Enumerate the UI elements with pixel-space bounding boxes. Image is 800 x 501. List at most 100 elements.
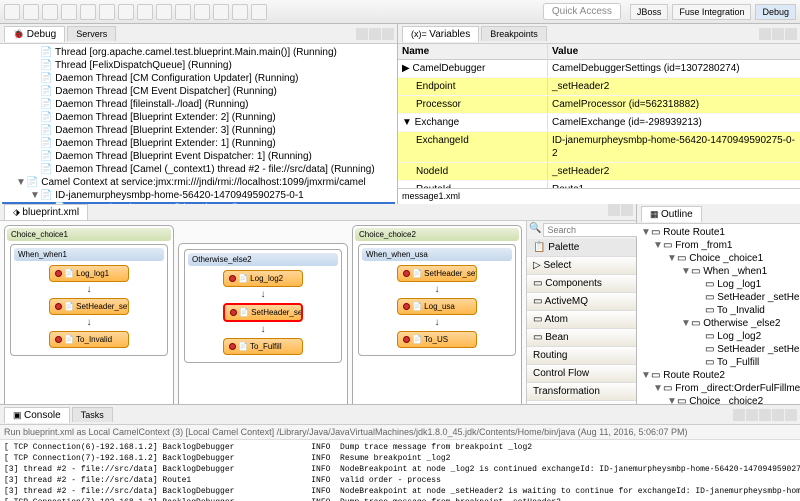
- outline-item[interactable]: ▭ SetHeader _setHeader1: [639, 291, 800, 304]
- variable-row[interactable]: ▼ ExchangeCamelExchange (id=-298939213): [398, 114, 800, 132]
- quick-access-input[interactable]: Quick Access: [543, 3, 621, 20]
- palette-group[interactable]: Routing: [527, 347, 636, 365]
- toolbar-icon[interactable]: [23, 4, 39, 20]
- debug-tree-item[interactable]: 📄 Daemon Thread [Blueprint Extender: 2] …: [2, 111, 395, 124]
- tab-debug[interactable]: 🐞 Debug: [4, 26, 65, 42]
- toolbar-icon[interactable]: [232, 4, 248, 20]
- debug-tree-item[interactable]: 📄 Daemon Thread [fileinstall-./load] (Ru…: [2, 98, 395, 111]
- debug-tree-item[interactable]: ▼📄 Camel Context at service:jmx:rmi:///j…: [2, 176, 395, 189]
- toolbar-icon[interactable]: [251, 4, 267, 20]
- outline-item[interactable]: ▭ To _Fulfill: [639, 356, 800, 369]
- outline-item[interactable]: ▼▭ From _from1: [639, 239, 800, 252]
- outline-item[interactable]: ▭ Log _log2: [639, 330, 800, 343]
- when-node[interactable]: When_when_usa: [362, 248, 512, 261]
- toolbar-icon[interactable]: [194, 4, 210, 20]
- palette-group[interactable]: ▭ Bean: [527, 329, 636, 347]
- variable-row[interactable]: ▶ CamelDebuggerCamelDebuggerSettings (id…: [398, 60, 800, 78]
- diagram-node[interactable]: 📄 To_Invalid: [49, 331, 129, 348]
- perspective-fuse[interactable]: Fuse Integration: [672, 4, 751, 20]
- tab-tasks[interactable]: Tasks: [72, 407, 113, 422]
- minimize-icon[interactable]: [608, 204, 620, 216]
- outline-item[interactable]: ▼▭ When _when1: [639, 265, 800, 278]
- diagram-node[interactable]: 📄 SetHeader_setHead_usa: [397, 265, 477, 282]
- debug-tree-item[interactable]: ▼📄 ID-janemurpheysmbp-home-56420-1470949…: [2, 189, 395, 202]
- maximize-icon[interactable]: [621, 204, 633, 216]
- toolbar-icon[interactable]: [80, 4, 96, 20]
- col-name[interactable]: Name: [398, 44, 548, 59]
- variable-row[interactable]: RouteIdRoute1: [398, 181, 800, 188]
- debug-tree-item[interactable]: 📄 Daemon Thread [Blueprint Event Dispatc…: [2, 150, 395, 163]
- console-icon[interactable]: [746, 409, 758, 421]
- diagram-node[interactable]: 📄 To_Fulfill: [223, 338, 303, 355]
- diagram-node[interactable]: 📄 SetHeader_setHeader1: [49, 298, 129, 315]
- editor-tab[interactable]: ⬗ blueprint.xml: [4, 204, 88, 220]
- console-output[interactable]: [ TCP Connection(6)-192.168.1.2] Backlog…: [0, 440, 800, 501]
- minimize-icon[interactable]: [369, 28, 381, 40]
- toolbar-icon[interactable]: [175, 4, 191, 20]
- outline-item[interactable]: ▼▭ Choice _choice2: [639, 395, 800, 404]
- toolbar-icon[interactable]: [99, 4, 115, 20]
- tab-console[interactable]: ▣ Console: [4, 407, 70, 423]
- diagram-node[interactable]: 📄 Log_log2: [223, 270, 303, 287]
- design-canvas[interactable]: Choice_choice1 When_when1📄 Log_log1↓📄 Se…: [0, 221, 526, 419]
- tab-servers[interactable]: Servers: [67, 26, 116, 41]
- console-icon[interactable]: [733, 409, 745, 421]
- toolbar-icon[interactable]: [213, 4, 229, 20]
- debug-tree-item[interactable]: 📄 Daemon Thread [CM Event Dispatcher] (R…: [2, 85, 395, 98]
- maximize-icon[interactable]: [785, 409, 797, 421]
- tab-outline[interactable]: ▦ Outline: [641, 206, 702, 222]
- col-value[interactable]: Value: [548, 44, 800, 59]
- editor-area: ⬗ blueprint.xml Choice_choice1 When_when…: [0, 204, 637, 404]
- diagram-node[interactable]: 📄 To_US: [397, 331, 477, 348]
- outline-item[interactable]: ▼▭ Otherwise _else2: [639, 317, 800, 330]
- variable-row[interactable]: ProcessorCamelProcessor (id=562318882): [398, 96, 800, 114]
- tab-breakpoints[interactable]: Breakpoints: [481, 26, 547, 41]
- choice-node[interactable]: Choice_choice1: [7, 228, 171, 241]
- maximize-icon[interactable]: [785, 28, 797, 40]
- perspective-debug[interactable]: Debug: [755, 4, 796, 20]
- toolbar-icon[interactable]: [118, 4, 134, 20]
- toolbar-icon[interactable]: [137, 4, 153, 20]
- tab-variables[interactable]: (x)= Variables: [402, 26, 479, 42]
- debug-tree-item[interactable]: 📄 Thread [FelixDispatchQueue] (Running): [2, 59, 395, 72]
- outline-item[interactable]: ▭ To _Invalid: [639, 304, 800, 317]
- toolbar-icon[interactable]: [61, 4, 77, 20]
- palette-group[interactable]: ▭ Components: [527, 275, 636, 293]
- view-menu-icon[interactable]: [759, 28, 771, 40]
- toolbar-icon[interactable]: [4, 4, 20, 20]
- palette-group[interactable]: Transformation: [527, 383, 636, 401]
- debug-tree-item[interactable]: 📄 Daemon Thread [CM Configuration Update…: [2, 72, 395, 85]
- outline-item[interactable]: ▼▭ Route Route1: [639, 226, 800, 239]
- outline-item[interactable]: ▼▭ From _direct:OrderFulFillment: [639, 382, 800, 395]
- variable-row[interactable]: NodeId_setHeader2: [398, 163, 800, 181]
- diagram-node[interactable]: 📄 Log_usa: [397, 298, 477, 315]
- choice-node[interactable]: Choice_choice2: [355, 228, 519, 241]
- minimize-icon[interactable]: [772, 409, 784, 421]
- palette-group[interactable]: Control Flow: [527, 365, 636, 383]
- outline-item[interactable]: ▼▭ Choice _choice1: [639, 252, 800, 265]
- variable-row[interactable]: ExchangeIdID-janemurpheysmbp-home-56420-…: [398, 132, 800, 163]
- palette-select[interactable]: ▷ Select: [527, 257, 636, 275]
- debug-tree-item[interactable]: 📄 Thread [org.apache.camel.test.blueprin…: [2, 46, 395, 59]
- debug-tree-item[interactable]: 📄 Daemon Thread [Blueprint Extender: 1] …: [2, 137, 395, 150]
- outline-item[interactable]: ▭ Log _log1: [639, 278, 800, 291]
- diagram-node[interactable]: 📄 Log_log1: [49, 265, 129, 282]
- toolbar-icon[interactable]: [42, 4, 58, 20]
- palette-group[interactable]: ▭ Atom: [527, 311, 636, 329]
- toolbar-icon[interactable]: [156, 4, 172, 20]
- debug-tree-item[interactable]: 📄 Daemon Thread [Blueprint Extender: 3] …: [2, 124, 395, 137]
- outline-item[interactable]: ▼▭ Route Route2: [639, 369, 800, 382]
- maximize-icon[interactable]: [382, 28, 394, 40]
- console-header: Run blueprint.xml as Local CamelContext …: [0, 425, 800, 440]
- diagram-node[interactable]: 📄 SetHeader_setHeader2: [223, 303, 303, 322]
- view-menu-icon[interactable]: [356, 28, 368, 40]
- otherwise-node[interactable]: Otherwise_else2: [188, 253, 338, 266]
- perspective-jboss[interactable]: JBoss: [630, 4, 669, 20]
- console-icon[interactable]: [759, 409, 771, 421]
- variable-row[interactable]: Endpoint_setHeader2: [398, 78, 800, 96]
- when-node[interactable]: When_when1: [14, 248, 164, 261]
- outline-item[interactable]: ▭ SetHeader _setHeader2: [639, 343, 800, 356]
- palette-group[interactable]: ▭ ActiveMQ: [527, 293, 636, 311]
- debug-tree-item[interactable]: 📄 Daemon Thread [Camel (_context1) threa…: [2, 163, 395, 176]
- minimize-icon[interactable]: [772, 28, 784, 40]
